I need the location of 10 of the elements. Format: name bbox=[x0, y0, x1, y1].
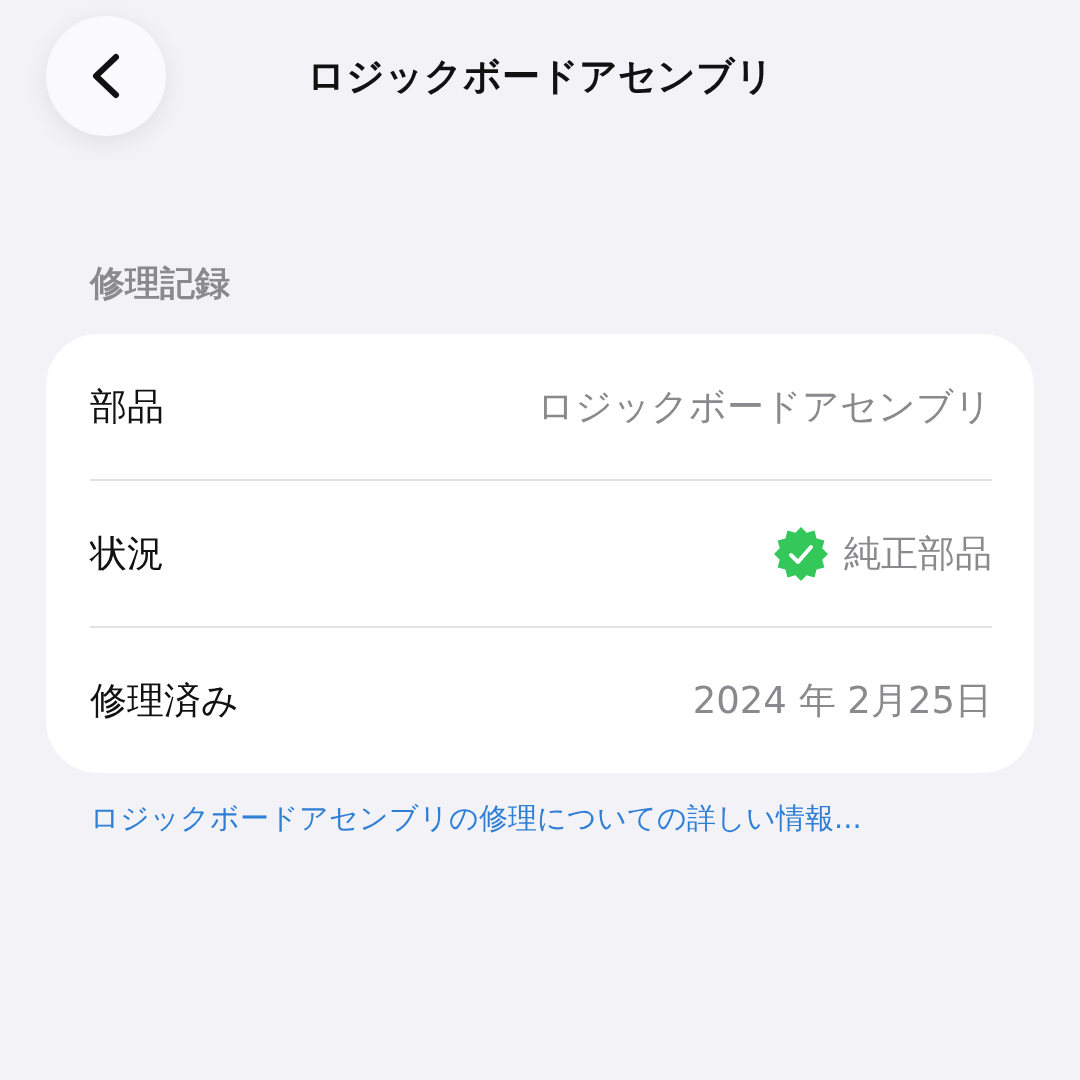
row-value: 純正部品 bbox=[844, 530, 992, 577]
section-header: 修理記録 bbox=[90, 262, 231, 305]
row-label: 修理済み bbox=[90, 677, 239, 724]
verified-badge-icon bbox=[774, 526, 828, 581]
row-value: ロジックボードアセンブリ bbox=[537, 383, 992, 430]
info-link[interactable]: ロジックボードアセンブリの修理についての詳しい情報... bbox=[90, 799, 862, 839]
row-label: 状況 bbox=[90, 530, 164, 577]
row-label: 部品 bbox=[90, 383, 164, 430]
page-title: ロジックボードアセンブリ bbox=[305, 52, 775, 100]
row-value: 2024 年 2月25日 bbox=[692, 677, 992, 724]
